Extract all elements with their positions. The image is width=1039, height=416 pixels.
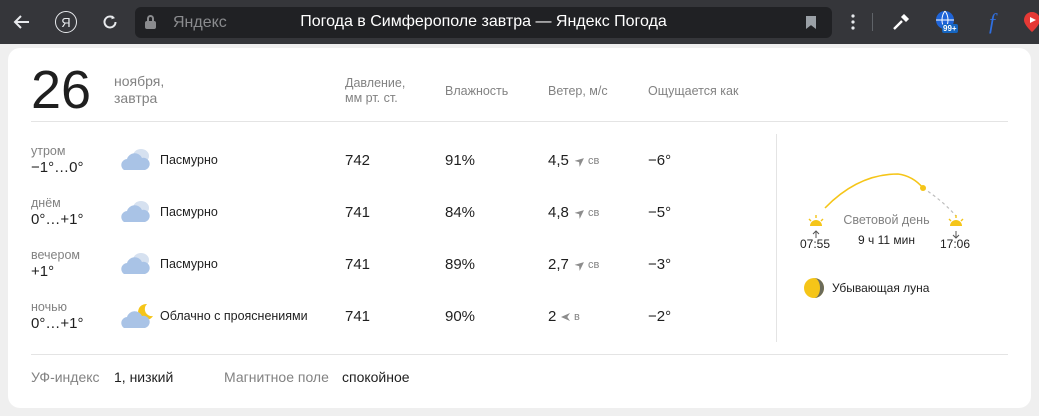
wind-arrow-icon: [574, 207, 586, 219]
wind-direction: св: [588, 259, 600, 271]
wind-direction: св: [588, 155, 600, 167]
humidity-value: 84%: [445, 204, 476, 221]
wind-direction: в: [574, 311, 580, 323]
eyedropper-icon[interactable]: [889, 10, 913, 34]
uv-index-value: 1, низкий: [114, 369, 174, 385]
forecast-row-evening: вечером +1° Пасмурно 741 89% 2,7 св −3°: [8, 248, 768, 300]
forecast-row-morning: утром −1°…0° Пасмурно 742 91% 4,5 св −6°: [8, 144, 768, 196]
day-part-temp: 0°…+1°: [31, 211, 84, 228]
extension-red-icon[interactable]: [1020, 10, 1039, 34]
reload-icon[interactable]: [95, 7, 125, 37]
day-part-temp: −1°…0°: [31, 159, 84, 176]
humidity-value: 90%: [445, 308, 476, 325]
yandex-button[interactable]: Я: [51, 7, 81, 37]
feels-like-value: −5°: [648, 204, 672, 221]
sunrise-icon: [808, 215, 824, 238]
day-part-name: вечером: [31, 248, 80, 262]
column-pressure-unit: мм рт. ст.: [345, 91, 398, 105]
day-part-name: ночью: [31, 300, 67, 314]
condition-text: Пасмурно: [160, 205, 218, 219]
waning-moon-icon: [804, 278, 824, 298]
condition-text: Пасмурно: [160, 257, 218, 271]
humidity-value: 89%: [445, 256, 476, 273]
cloudy-icon: [121, 149, 150, 170]
wind-speed: 4,8: [548, 204, 569, 221]
uv-index-label: УФ-индекс: [31, 369, 100, 385]
wind-speed: 2: [548, 308, 557, 325]
column-wind: Ветер, м/с: [548, 84, 608, 98]
day-part-name: утром: [31, 144, 66, 158]
wind-arrow-icon: [574, 155, 586, 167]
cloudy-icon: [121, 253, 150, 274]
date-label: ноября, завтра: [114, 73, 164, 107]
pressure-value: 741: [345, 256, 371, 273]
menu-dots-icon[interactable]: [838, 7, 868, 37]
extension-f-icon[interactable]: f: [980, 9, 1004, 34]
daylight-label: Световой день: [843, 213, 930, 227]
wind-speed: 4,5: [548, 152, 569, 169]
humidity-value: 91%: [445, 152, 476, 169]
day-part-temp: 0°…+1°: [31, 315, 84, 332]
sunrise-time: 07:55: [800, 237, 831, 251]
wind-direction: св: [588, 207, 600, 219]
magnetic-field-value: спокойное: [342, 369, 410, 385]
toolbar-divider: [872, 13, 873, 31]
forecast-row-night: ночью 0°…+1° Облачно с прояснениями 741 …: [8, 300, 768, 352]
feels-like-value: −2°: [648, 308, 672, 325]
footer-divider: [31, 354, 1008, 355]
yandex-logo-icon: Я: [55, 11, 77, 33]
address-bar[interactable]: Яндекс Погода в Симферополе завтра — Янд…: [135, 7, 832, 38]
column-pressure-label: Давление,: [345, 76, 406, 90]
date-month: ноября,: [114, 73, 165, 89]
pressure-value: 742: [345, 152, 371, 169]
extension-globe-icon[interactable]: 99+: [934, 10, 958, 34]
feels-like-value: −6°: [648, 152, 672, 169]
wind-speed: 2,7: [548, 256, 569, 273]
daylight-duration: 9 ч 11 мин: [858, 233, 915, 247]
condition-text: Облачно с прояснениями: [160, 309, 308, 323]
column-pressure: Давление, мм рт. ст.: [345, 76, 405, 106]
sunset-icon: [948, 215, 964, 239]
wind-arrow-icon: [574, 259, 586, 271]
side-divider: [776, 134, 777, 342]
browser-toolbar: Я Яндекс Погода в Симферополе завтра — Я…: [0, 0, 1039, 44]
cloudy-icon: [121, 201, 150, 222]
weather-card: 26 ноября, завтра Давление, мм рт. ст. В…: [8, 48, 1031, 408]
page-title: Погода в Симферополе завтра — Яндекс Пог…: [300, 13, 667, 30]
moon-phase-label: Убывающая луна: [832, 281, 930, 295]
partly-cloudy-night-icon: [121, 303, 153, 328]
back-arrow-icon[interactable]: [7, 7, 37, 37]
date-day: 26: [31, 60, 92, 120]
forecast-row-day: днём 0°…+1° Пасмурно 741 84% 4,8 св −5°: [8, 196, 768, 248]
extension-badge: 99+: [943, 24, 957, 33]
date-relative: завтра: [114, 90, 158, 106]
wind-arrow-icon: [561, 313, 570, 321]
day-part-name: днём: [31, 196, 61, 210]
sunset-time: 17:06: [940, 237, 971, 251]
header-divider: [31, 121, 1008, 122]
pressure-value: 741: [345, 308, 371, 325]
condition-text: Пасмурно: [160, 153, 218, 167]
feels-like-value: −3°: [648, 256, 672, 273]
column-humidity: Влажность: [445, 84, 509, 98]
column-feels-like: Ощущается как: [648, 84, 739, 98]
pressure-value: 741: [345, 204, 371, 221]
magnetic-field-label: Магнитное поле: [224, 369, 329, 385]
day-part-temp: +1°: [31, 263, 55, 280]
